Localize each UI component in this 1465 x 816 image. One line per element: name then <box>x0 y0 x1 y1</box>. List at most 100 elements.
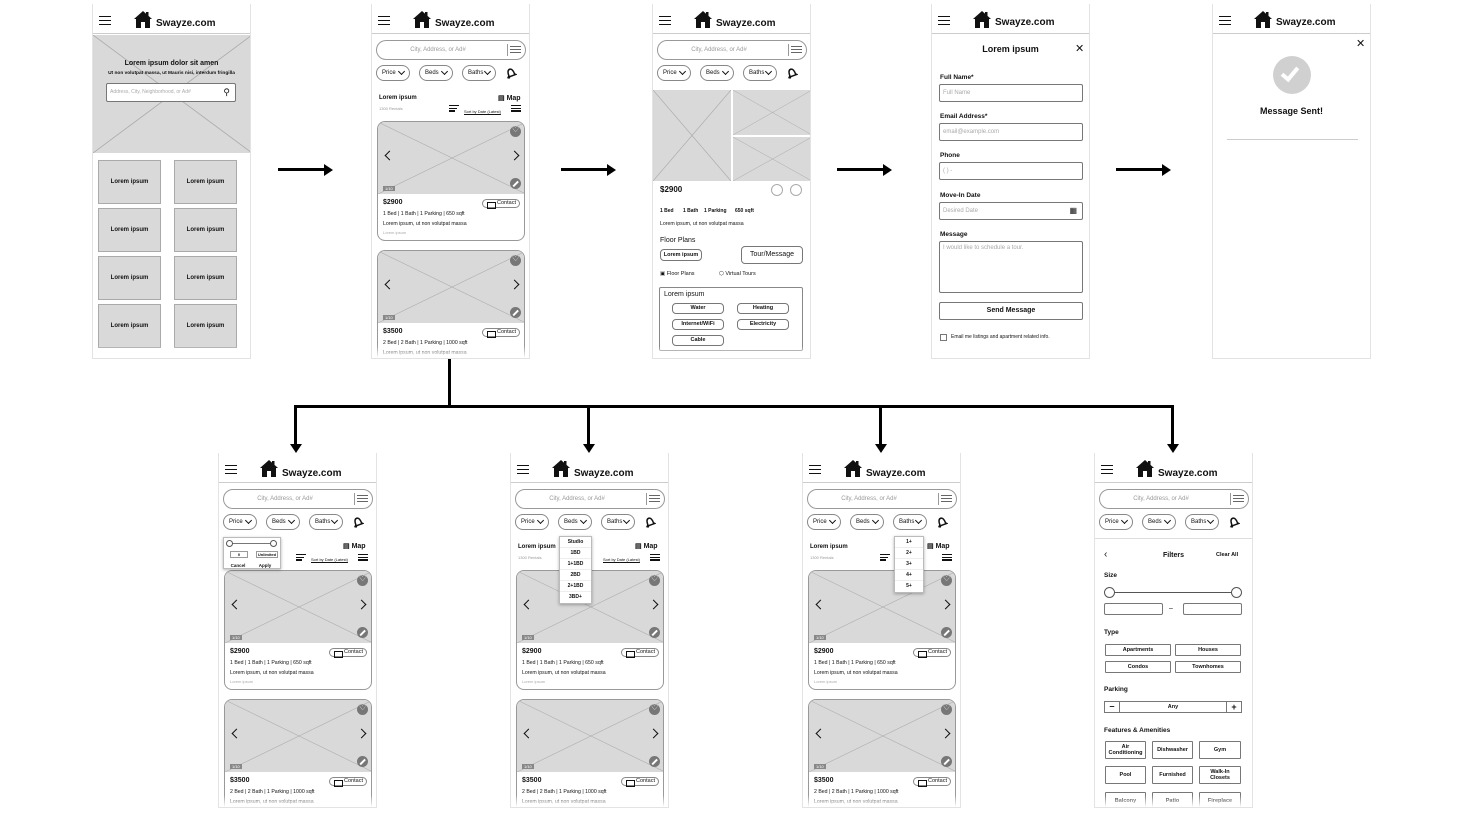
baths-filter[interactable]: Baths <box>893 514 927 530</box>
sort-link[interactable]: Sort by Date (Latest) <box>603 557 640 562</box>
listing-card[interactable]: 1/10 $3500 Contact 2 Bed | 2 Bath | 1 Pa… <box>377 250 525 358</box>
feature-walk-in-closets[interactable]: Walk-In Closets <box>1199 766 1241 784</box>
heart-icon[interactable] <box>510 125 521 137</box>
floor-plan-tag[interactable]: Lorem ipsum <box>660 249 702 261</box>
contact-button[interactable]: Contact <box>621 777 659 787</box>
search-input[interactable]: City, Address, or Ad# <box>1099 489 1249 509</box>
grid-tile[interactable]: Lorem ipsum <box>98 160 161 204</box>
list-icon[interactable] <box>650 554 660 563</box>
beds-option[interactable]: 2BD <box>560 570 591 581</box>
menu-icon[interactable] <box>378 16 390 25</box>
baths-filter[interactable]: Baths <box>309 514 343 530</box>
baths-option[interactable]: 4+ <box>895 570 923 581</box>
size-slider[interactable] <box>1110 592 1236 593</box>
grid-tile[interactable]: Lorem ipsum <box>98 208 161 252</box>
baths-filter[interactable]: Baths <box>601 514 635 530</box>
price-cancel-button[interactable]: Cancel <box>227 560 249 571</box>
menu-icon[interactable] <box>1219 16 1231 25</box>
edit-icon[interactable] <box>510 307 521 318</box>
menu-icon[interactable] <box>1101 465 1113 474</box>
filter-icon[interactable] <box>646 493 660 505</box>
contact-button[interactable]: Contact <box>913 777 951 787</box>
message-field[interactable]: I would like to schedule a tour. <box>939 241 1083 293</box>
bell-icon[interactable] <box>351 515 364 528</box>
search-icon[interactable]: ⚲ <box>223 84 230 101</box>
slider-handle-max[interactable] <box>270 540 277 547</box>
beds-filter[interactable]: Beds <box>558 514 592 530</box>
menu-icon[interactable] <box>659 16 671 25</box>
price-apply-button[interactable]: Apply <box>254 560 276 571</box>
beds-option[interactable]: 1+1BD <box>560 559 591 570</box>
baths-option[interactable]: 2+ <box>895 548 923 559</box>
calendar-icon[interactable]: ▦ <box>1069 203 1077 219</box>
contact-button[interactable]: Contact <box>913 648 951 658</box>
grid-tile[interactable]: Lorem ipsum <box>174 208 237 252</box>
bell-icon[interactable] <box>1227 515 1240 528</box>
search-input[interactable]: City, Address, or Ad# <box>807 489 957 509</box>
price-filter[interactable]: Price <box>807 514 841 530</box>
listing-card[interactable]: 1/10 $2900 Contact 1 Bed | 1 Bath | 1 Pa… <box>808 570 956 690</box>
contact-button[interactable]: Contact <box>329 777 367 787</box>
size-min-input[interactable] <box>1104 603 1163 615</box>
beds-option[interactable]: 1BD <box>560 548 591 559</box>
filter-icon[interactable] <box>354 493 368 505</box>
beds-filter[interactable]: Beds <box>266 514 300 530</box>
filter-icon[interactable] <box>507 44 521 56</box>
beds-filter[interactable]: Beds <box>1142 514 1176 530</box>
menu-icon[interactable] <box>938 16 950 25</box>
feature-fireplace[interactable]: Fireplace <box>1199 792 1241 807</box>
type-townhomes[interactable]: Townhomes <box>1175 661 1241 673</box>
baths-filter[interactable]: Baths <box>743 65 777 81</box>
name-field[interactable]: Full Name <box>939 84 1083 102</box>
listing-card[interactable]: 1/10 $3500 Contact 2 Bed | 2 Bath | 1 Pa… <box>516 699 664 807</box>
baths-option[interactable]: 1+ <box>895 537 923 548</box>
filter-icon[interactable] <box>1230 493 1244 505</box>
beds-option[interactable]: 2+1BD <box>560 581 591 592</box>
contact-button[interactable]: Contact <box>482 328 520 338</box>
feature-dishwasher[interactable]: Dishwasher <box>1152 741 1193 759</box>
filter-icon[interactable] <box>938 493 952 505</box>
sort-icon[interactable] <box>449 105 459 114</box>
baths-option[interactable]: 5+ <box>895 581 923 592</box>
feature-air-conditioning[interactable]: Air Conditioning <box>1105 741 1146 759</box>
beds-filter[interactable]: Beds <box>850 514 884 530</box>
listing-card[interactable]: 1/10 $3500 Contact 2 Bed | 2 Bath | 1 Pa… <box>808 699 956 807</box>
feature-furnished[interactable]: Furnished <box>1152 766 1193 784</box>
price-filter[interactable]: Price <box>515 514 549 530</box>
map-toggle[interactable]: ▤ Map <box>635 542 658 550</box>
search-input[interactable]: City, Address, or Ad# <box>376 40 526 60</box>
edit-icon[interactable] <box>357 756 368 767</box>
baths-option[interactable]: 3+ <box>895 559 923 570</box>
size-max-input[interactable] <box>1183 603 1242 615</box>
price-min-input[interactable]: 0 <box>230 551 248 558</box>
baths-filter[interactable]: Baths <box>1185 514 1219 530</box>
beds-filter[interactable]: Beds <box>700 65 734 81</box>
edit-icon[interactable] <box>649 756 660 767</box>
feature-pool[interactable]: Pool <box>1105 766 1146 784</box>
type-apartments[interactable]: Apartments <box>1105 644 1171 656</box>
listing-card[interactable]: 1/10 $3500 Contact 2 Bed | 2 Bath | 1 Pa… <box>224 699 372 807</box>
price-max-input[interactable]: Unlimited <box>256 551 278 558</box>
price-slider[interactable] <box>228 543 276 544</box>
map-toggle[interactable]: ▤ Map <box>498 94 521 102</box>
contact-button[interactable]: Contact <box>482 199 520 209</box>
edit-icon[interactable] <box>941 756 952 767</box>
heart-icon[interactable] <box>941 574 952 586</box>
email-field[interactable]: email@example.com <box>939 123 1083 141</box>
home-search-input[interactable]: Address, City, Neighborhood, or Ad# ⚲ <box>106 83 236 102</box>
bell-icon[interactable] <box>504 66 517 79</box>
beds-filter[interactable]: Beds <box>419 65 453 81</box>
heart-icon[interactable] <box>357 574 368 586</box>
menu-icon[interactable] <box>225 465 237 474</box>
beds-option[interactable]: 3BD+ <box>560 592 591 603</box>
feature-balcony[interactable]: Balcony <box>1105 792 1146 807</box>
contact-button[interactable]: Contact <box>329 648 367 658</box>
menu-icon[interactable] <box>517 465 529 474</box>
heart-icon[interactable] <box>510 254 521 266</box>
plus-button[interactable]: + <box>1226 702 1241 712</box>
floor-plans-link[interactable]: ▣ Floor Plans <box>660 271 695 277</box>
baths-filter[interactable]: Baths <box>462 65 496 81</box>
gallery-photo[interactable] <box>733 90 810 135</box>
price-filter[interactable]: Price <box>1099 514 1133 530</box>
minus-button[interactable]: – <box>1105 702 1120 712</box>
